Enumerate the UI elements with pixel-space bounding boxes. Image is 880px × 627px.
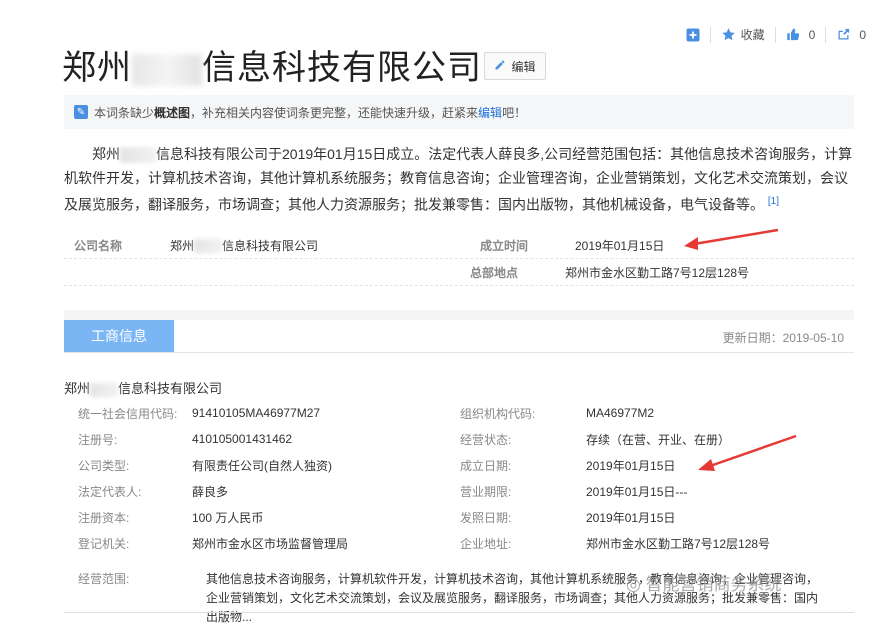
like-button[interactable]: 0 xyxy=(786,27,816,42)
founded-value: 2019年01月15日 xyxy=(575,238,665,253)
info-value: 2019年01月15日 xyxy=(586,458,676,473)
title-prefix: 郑州 xyxy=(62,48,132,88)
company-name-suffix: 信息科技有限公司 xyxy=(118,381,223,396)
company-prefix: 郑州 xyxy=(170,238,195,253)
info-label: 组织机构代码: xyxy=(460,406,536,421)
redacted-blur xyxy=(132,53,202,86)
table-row: 公司类型: 有限责任公司(自然人独资) 成立日期: 2019年01月15日 xyxy=(64,452,854,478)
redacted-blur xyxy=(194,239,223,254)
founded-label: 成立时间 xyxy=(480,238,529,253)
basic-row: 总部地点 郑州市金水区勤工路7号12层128号 xyxy=(64,259,854,286)
wechat-icon: ◎ xyxy=(626,575,646,594)
edit-button[interactable]: 编辑 xyxy=(484,52,546,80)
notice-text-3: 吧！ xyxy=(502,105,527,120)
watermark-text: 智能营销商务系统 xyxy=(645,575,782,594)
table-row: 法定代表人: 薛良多 营业期限: 2019年01月15日--- xyxy=(64,478,854,504)
info-value: 有限责任公司(自然人独资) xyxy=(192,458,332,473)
tab-business-info[interactable]: 工商信息 xyxy=(64,320,174,352)
notice-edit-link[interactable]: 编辑 xyxy=(478,106,502,120)
like-count: 0 xyxy=(808,27,816,42)
divider xyxy=(825,26,827,43)
section-separator xyxy=(64,310,854,320)
info-label: 注册号: xyxy=(78,432,118,447)
info-label: 营业期限: xyxy=(460,484,512,499)
plus-square-icon xyxy=(686,28,700,42)
update-date: 更新日期：2019-05-10 xyxy=(722,331,844,345)
divider xyxy=(64,612,854,613)
notice-text-1: 本词条缺少 xyxy=(94,105,155,120)
info-value: 存续（在营、开业、在册） xyxy=(586,432,731,447)
hq-value: 郑州市金水区勤工路7号12层128号 xyxy=(565,265,750,280)
company-name-value: 郑州 信息科技有限公司 xyxy=(170,237,480,254)
hq-label: 总部地点 xyxy=(470,265,519,280)
info-value: 100 万人民币 xyxy=(192,510,264,525)
divider xyxy=(774,26,776,43)
notice-text-2: ，补充相关内容使词条更完整，还能快速升级，赶紧来 xyxy=(190,105,479,120)
intro-prefix: 郑州 xyxy=(92,146,120,162)
info-value: 郑州市金水区勤工路7号12层128号 xyxy=(586,536,771,551)
edit-label: 编辑 xyxy=(511,59,536,74)
info-value: 2019年01月15日--- xyxy=(586,484,688,499)
info-label: 登记机关: xyxy=(78,536,130,551)
table-row: 统一社会信用代码: 91410105MA46977M27 组织机构代码: MA4… xyxy=(64,400,854,426)
info-label: 法定代表人: xyxy=(78,484,142,499)
info-value: 2019年01月15日 xyxy=(586,510,676,525)
wechat-watermark: ◎ 智能营销商务系统 xyxy=(626,570,782,595)
redacted-blur xyxy=(90,382,119,397)
table-row: 注册号: 410105001431462 经营状态: 存续（在营、开业、在册） xyxy=(64,426,854,452)
info-label: 成立日期: xyxy=(460,458,512,473)
info-label: 发照日期: xyxy=(460,510,512,525)
info-label: 企业地址: xyxy=(460,536,512,551)
favorite-button[interactable]: 收藏 xyxy=(721,26,765,43)
redacted-blur xyxy=(120,147,156,164)
pencil-icon xyxy=(494,59,506,74)
notice-bar: ✎ 本词条缺少概述图，补充相关内容使词条更完整，还能快速升级，赶紧来编辑吧！ xyxy=(64,95,854,129)
info-label: 经营状态: xyxy=(460,432,512,447)
company-name-label: 公司名称 xyxy=(74,238,123,253)
company-full-name: 郑州 信息科技有限公司 xyxy=(64,378,222,397)
edit-note-icon: ✎ xyxy=(74,105,88,119)
notice-bold: 概述图 xyxy=(154,105,191,120)
info-label: 统一社会信用代码: xyxy=(78,406,178,421)
info-label: 注册资本: xyxy=(78,510,130,525)
info-value: 91410105MA46977M27 xyxy=(192,406,321,420)
add-button[interactable] xyxy=(686,28,700,42)
share-button[interactable]: 0 xyxy=(836,27,866,42)
article-toolbar: 收藏 0 0 xyxy=(676,26,866,43)
reference-link[interactable]: [1] xyxy=(768,196,779,207)
intro-text: 信息科技有限公司于2019年01月15日成立。法定代表人薛良多,公司经营范围包括… xyxy=(64,146,853,213)
annotation-arrow xyxy=(684,228,779,250)
table-row: 登记机关: 郑州市金水区市场监督管理局 企业地址: 郑州市金水区勤工路7号12层… xyxy=(64,530,854,556)
info-value: 郑州市金水区市场监督管理局 xyxy=(192,536,349,551)
info-label: 公司类型: xyxy=(78,458,130,473)
business-info-grid: 统一社会信用代码: 91410105MA46977M27 组织机构代码: MA4… xyxy=(64,400,854,556)
share-icon xyxy=(836,27,851,42)
intro-paragraph: 郑州 信息科技有限公司于2019年01月15日成立。法定代表人薛良多,公司经营范围… xyxy=(64,142,854,217)
title-suffix: 信息科技有限公司 xyxy=(202,48,482,88)
info-value: 薛良多 xyxy=(192,484,229,499)
info-value: 410105001431462 xyxy=(192,432,293,446)
divider xyxy=(709,26,711,43)
table-row: 注册资本: 100 万人民币 发照日期: 2019年01月15日 xyxy=(64,504,854,530)
notice-text: 本词条缺少概述图，补充相关内容使词条更完整，还能快速升级，赶紧来编辑吧！ xyxy=(94,104,526,121)
info-value: MA46977M2 xyxy=(586,406,655,420)
scope-label: 经营范围: xyxy=(78,572,130,586)
page-title: 郑州 信息科技有限公司 xyxy=(62,40,482,89)
thumbs-up-icon xyxy=(786,27,801,42)
share-count: 0 xyxy=(859,27,866,42)
favorite-label: 收藏 xyxy=(740,28,765,42)
company-suffix: 信息科技有限公司 xyxy=(222,238,319,253)
star-icon xyxy=(721,27,736,42)
company-name-prefix: 郑州 xyxy=(64,381,91,396)
